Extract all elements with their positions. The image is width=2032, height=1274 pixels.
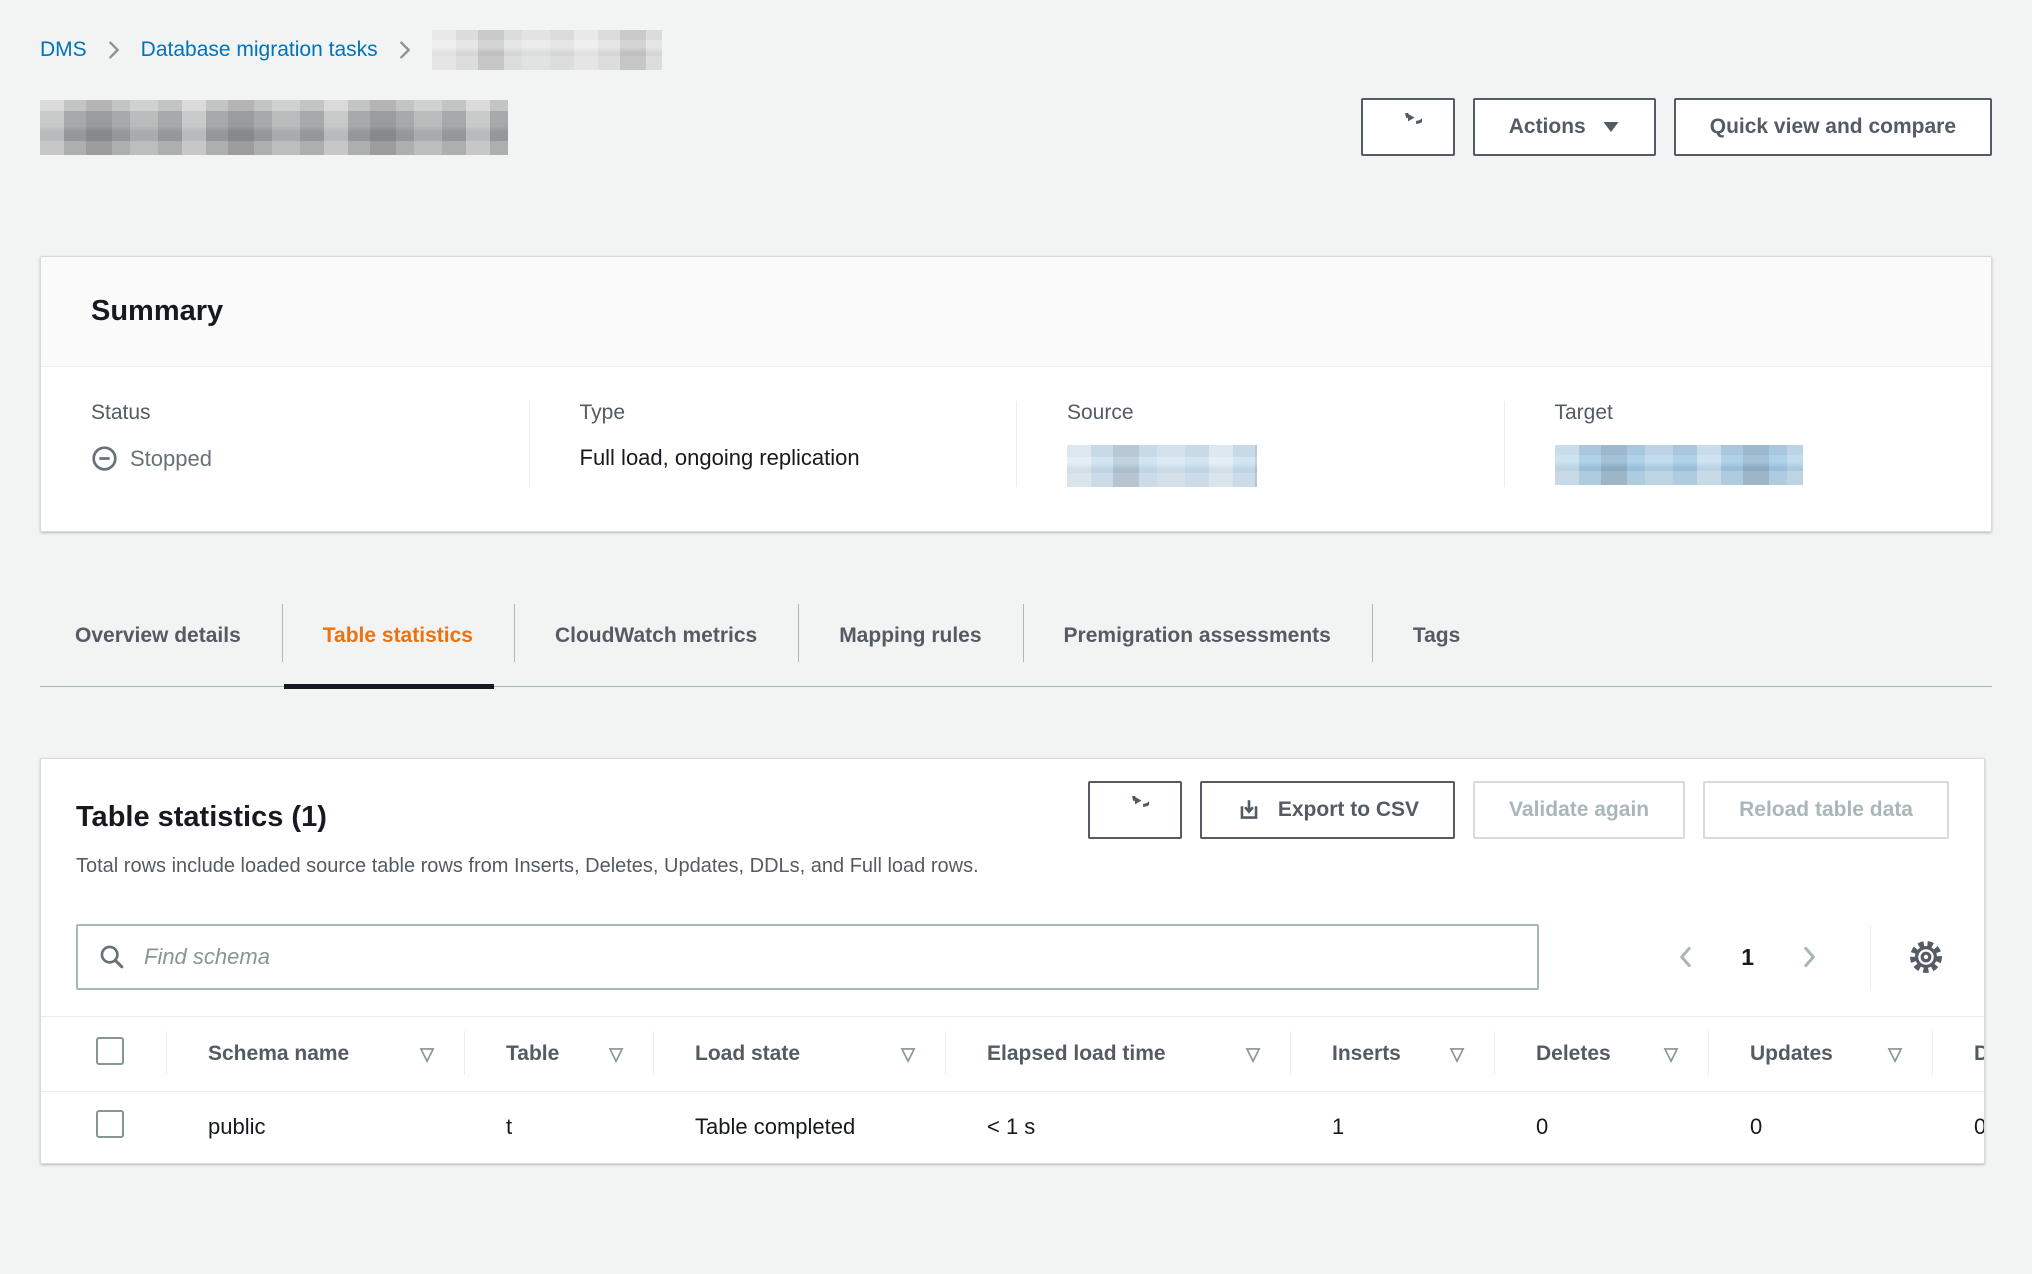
table-header-row: Schema name ▽ Table ▽ Load state ▽ Elapsed … — [41, 1017, 1984, 1091]
column-header-deletes: Deletes — [1536, 1042, 1611, 1066]
status-label: Status — [91, 401, 499, 425]
pagination: 1 — [1669, 940, 1826, 974]
tools-divider — [1870, 925, 1871, 989]
summary-panel-header: Summary — [41, 257, 1991, 367]
schema-search-input[interactable] — [76, 924, 1539, 990]
table-preferences-button[interactable] — [1903, 934, 1949, 980]
actions-button-label: Actions — [1509, 115, 1586, 139]
breadcrumb-link-migration-tasks[interactable]: Database migration tasks — [141, 38, 378, 62]
caret-down-icon — [1602, 120, 1620, 134]
status-value: Stopped — [130, 446, 212, 472]
tab-cloudwatch-metrics[interactable]: CloudWatch metrics — [514, 600, 798, 686]
search-icon — [98, 943, 126, 971]
summary-field-target: Target — [1504, 401, 1992, 487]
chevron-right-icon — [103, 39, 125, 61]
refresh-icon — [1121, 796, 1149, 824]
table-statistics-table-wrap: Schema name ▽ Table ▽ Load state ▽ Elapsed … — [41, 1016, 1984, 1163]
table-statistics-table: Schema name ▽ Table ▽ Load state ▽ Elapsed … — [41, 1017, 1984, 1163]
validate-again-label: Validate again — [1509, 798, 1649, 822]
page-header: Actions Quick view and compare — [40, 98, 1992, 156]
chevron-left-icon — [1673, 944, 1699, 970]
previous-page-button[interactable] — [1669, 940, 1703, 974]
download-icon — [1236, 797, 1262, 823]
table-statistics-description: Total rows include loaded source table r… — [76, 855, 1949, 878]
chevron-right-icon — [394, 39, 416, 61]
cell-elapsed-load-time: < 1 s — [945, 1091, 1290, 1163]
validate-again-button: Validate again — [1473, 781, 1685, 839]
select-all-checkbox[interactable] — [96, 1037, 124, 1065]
gear-icon — [1907, 938, 1945, 976]
column-header-updates: Updates — [1750, 1042, 1833, 1066]
dms-task-page: DMS Database migration tasks Actions — [0, 0, 2032, 1274]
sort-icon[interactable]: ▽ — [1888, 1045, 1902, 1063]
cell-deletes: 0 — [1494, 1091, 1708, 1163]
sort-icon[interactable]: ▽ — [420, 1045, 434, 1063]
header-actions: Actions Quick view and compare — [1361, 98, 1992, 156]
cell-clipped: 0 — [1932, 1091, 1984, 1163]
sort-icon[interactable]: ▽ — [609, 1045, 623, 1063]
next-page-button[interactable] — [1792, 940, 1826, 974]
sort-icon[interactable]: ▽ — [1246, 1045, 1260, 1063]
sort-icon[interactable]: ▽ — [1664, 1045, 1678, 1063]
breadcrumb: DMS Database migration tasks — [40, 30, 1992, 70]
table-refresh-button[interactable] — [1088, 781, 1182, 839]
cell-load-state: Table completed — [653, 1091, 945, 1163]
cell-schema-name: public — [166, 1091, 464, 1163]
table-statistics-title: Table statistics (1) — [76, 787, 327, 834]
target-label: Target — [1555, 401, 1962, 425]
cell-table: t — [464, 1091, 653, 1163]
summary-field-status: Status Stopped — [41, 401, 529, 487]
export-csv-label: Export to CSV — [1278, 798, 1419, 822]
type-label: Type — [580, 401, 987, 425]
quick-view-compare-button[interactable]: Quick view and compare — [1674, 98, 1992, 156]
quick-view-compare-label: Quick view and compare — [1710, 115, 1956, 139]
current-page-number: 1 — [1741, 944, 1754, 971]
column-header-inserts: Inserts — [1332, 1042, 1401, 1066]
summary-field-type: Type Full load, ongoing replication — [529, 401, 1017, 487]
refresh-icon — [1394, 113, 1422, 141]
redacted-target-endpoint-link[interactable] — [1555, 445, 1803, 485]
column-header-load-state: Load state — [695, 1042, 800, 1066]
source-label: Source — [1067, 401, 1474, 425]
redacted-task-name-breadcrumb — [432, 30, 662, 70]
column-header-clipped: D — [1974, 1042, 1984, 1066]
summary-field-source: Source — [1016, 401, 1504, 487]
sort-icon[interactable]: ▽ — [901, 1045, 915, 1063]
redacted-page-title — [40, 100, 508, 155]
chevron-right-icon — [1796, 944, 1822, 970]
schema-search — [76, 924, 1539, 990]
breadcrumb-link-dms[interactable]: DMS — [40, 38, 87, 62]
cell-inserts: 1 — [1290, 1091, 1494, 1163]
task-detail-tabs: Overview details Table statistics CloudW… — [40, 600, 1992, 687]
column-header-elapsed-load-time: Elapsed load time — [987, 1042, 1166, 1066]
summary-grid: Status Stopped Type Full load, ongoing r… — [41, 367, 1991, 531]
column-header-schema-name: Schema name — [208, 1042, 349, 1066]
cell-updates: 0 — [1708, 1091, 1932, 1163]
export-csv-button[interactable]: Export to CSV — [1200, 781, 1455, 839]
stopped-icon — [91, 445, 118, 472]
reload-table-data-button: Reload table data — [1703, 781, 1949, 839]
tab-overview-details[interactable]: Overview details — [40, 600, 282, 686]
table-row: public t Table completed < 1 s 1 0 0 0 — [41, 1091, 1984, 1163]
redacted-source-endpoint-link[interactable] — [1067, 445, 1257, 487]
refresh-button[interactable] — [1361, 98, 1455, 156]
tab-mapping-rules[interactable]: Mapping rules — [798, 600, 1022, 686]
type-value: Full load, ongoing replication — [580, 445, 987, 471]
table-statistics-panel: Table statistics (1) — [40, 758, 1985, 1164]
column-header-table: Table — [506, 1042, 559, 1066]
summary-panel: Summary Status Stopped Type Full load, — [40, 256, 1992, 532]
table-tools-row: 1 — [76, 924, 1949, 990]
row-checkbox[interactable] — [96, 1110, 124, 1138]
actions-button[interactable]: Actions — [1473, 98, 1656, 156]
tab-tags[interactable]: Tags — [1372, 600, 1501, 686]
tab-table-statistics[interactable]: Table statistics — [282, 600, 514, 686]
tab-premigration-assessments[interactable]: Premigration assessments — [1023, 600, 1372, 686]
sort-icon[interactable]: ▽ — [1450, 1045, 1464, 1063]
summary-title: Summary — [91, 295, 1941, 328]
reload-table-data-label: Reload table data — [1739, 798, 1913, 822]
